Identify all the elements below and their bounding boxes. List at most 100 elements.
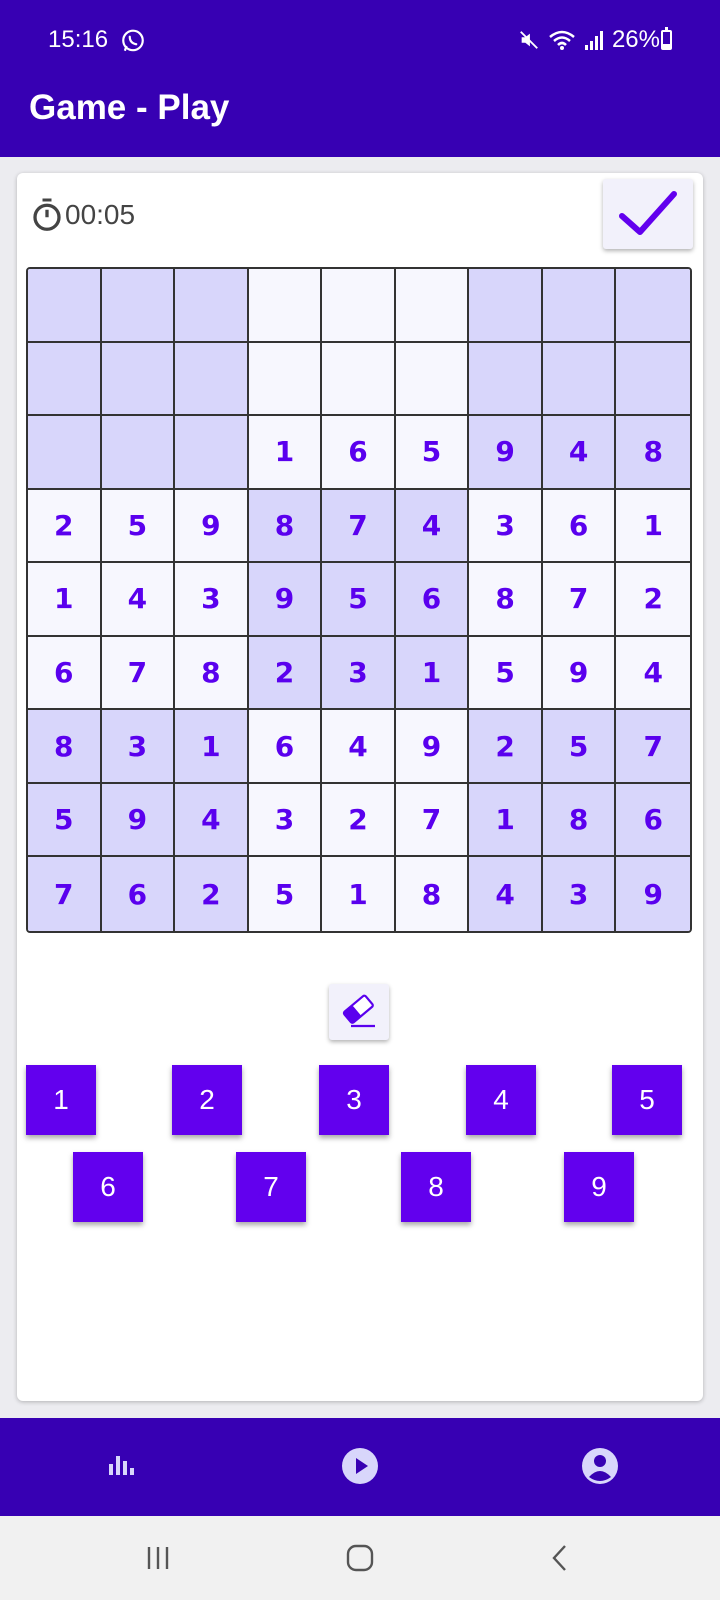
sudoku-cell[interactable]: 5 bbox=[101, 489, 176, 564]
sudoku-cell[interactable]: 7 bbox=[28, 857, 102, 931]
sudoku-cell[interactable] bbox=[175, 269, 249, 343]
number-button-8[interactable]: 8 bbox=[401, 1152, 471, 1222]
sudoku-cell[interactable]: 6 bbox=[28, 636, 102, 711]
sudoku-cell[interactable]: 1 bbox=[395, 636, 470, 711]
sudoku-cell[interactable]: 4 bbox=[101, 563, 176, 637]
sudoku-cell[interactable]: 3 bbox=[101, 710, 176, 784]
sudoku-cell[interactable] bbox=[395, 342, 470, 417]
sudoku-cell[interactable]: 2 bbox=[616, 563, 690, 637]
sudoku-cell[interactable]: 4 bbox=[175, 783, 249, 858]
sudoku-cell[interactable]: 8 bbox=[175, 636, 249, 711]
sudoku-cell[interactable]: 2 bbox=[469, 710, 543, 784]
sudoku-cell[interactable]: 3 bbox=[175, 563, 249, 637]
sudoku-cell[interactable]: 9 bbox=[542, 636, 617, 711]
sudoku-cell[interactable]: 9 bbox=[469, 416, 543, 490]
sudoku-cell[interactable]: 8 bbox=[248, 489, 323, 564]
sudoku-cell[interactable] bbox=[469, 269, 543, 343]
number-button-3[interactable]: 3 bbox=[319, 1065, 389, 1135]
sudoku-cell[interactable]: 6 bbox=[101, 857, 176, 931]
number-button-6[interactable]: 6 bbox=[73, 1152, 143, 1222]
sudoku-cell[interactable]: 2 bbox=[322, 783, 396, 858]
sudoku-cell[interactable] bbox=[616, 269, 690, 343]
sudoku-cell[interactable]: 3 bbox=[469, 489, 543, 564]
sudoku-cell[interactable] bbox=[248, 342, 323, 417]
sudoku-cell[interactable] bbox=[28, 416, 102, 490]
sudoku-cell[interactable]: 4 bbox=[469, 857, 543, 931]
sudoku-cell[interactable] bbox=[322, 269, 396, 343]
sudoku-cell[interactable]: 9 bbox=[175, 489, 249, 564]
sudoku-cell[interactable]: 6 bbox=[542, 489, 617, 564]
submit-button[interactable] bbox=[603, 179, 693, 249]
sudoku-cell[interactable]: 1 bbox=[616, 489, 690, 564]
sudoku-cell[interactable] bbox=[248, 269, 323, 343]
stats-icon bbox=[109, 1456, 134, 1475]
sudoku-cell[interactable]: 6 bbox=[616, 783, 690, 858]
sudoku-cell[interactable] bbox=[322, 342, 396, 417]
sudoku-cell[interactable]: 4 bbox=[322, 710, 396, 784]
home-button[interactable] bbox=[340, 1538, 380, 1578]
recents-button[interactable] bbox=[138, 1538, 178, 1578]
sudoku-cell[interactable] bbox=[175, 416, 249, 490]
sudoku-cell[interactable]: 2 bbox=[248, 636, 323, 711]
sudoku-cell[interactable]: 7 bbox=[616, 710, 690, 784]
sudoku-cell[interactable]: 7 bbox=[322, 489, 396, 564]
sudoku-cell[interactable] bbox=[616, 342, 690, 417]
sudoku-cell[interactable] bbox=[469, 342, 543, 417]
sudoku-cell[interactable]: 7 bbox=[101, 636, 176, 711]
sudoku-cell[interactable]: 8 bbox=[395, 857, 470, 931]
back-button[interactable] bbox=[541, 1538, 581, 1578]
sudoku-cell[interactable]: 5 bbox=[248, 857, 323, 931]
sudoku-cell[interactable] bbox=[28, 342, 102, 417]
number-button-1[interactable]: 1 bbox=[26, 1065, 96, 1135]
sudoku-cell[interactable] bbox=[175, 342, 249, 417]
number-button-7[interactable]: 7 bbox=[236, 1152, 306, 1222]
sudoku-cell[interactable]: 6 bbox=[248, 710, 323, 784]
sudoku-cell[interactable] bbox=[101, 342, 176, 417]
sudoku-cell[interactable]: 6 bbox=[395, 563, 470, 637]
nav-item-play[interactable] bbox=[336, 1442, 384, 1490]
number-button-4[interactable]: 4 bbox=[466, 1065, 536, 1135]
sudoku-cell[interactable]: 3 bbox=[542, 857, 617, 931]
sudoku-cell[interactable]: 2 bbox=[175, 857, 249, 931]
sudoku-cell[interactable]: 3 bbox=[322, 636, 396, 711]
number-button-9[interactable]: 9 bbox=[564, 1152, 634, 1222]
sudoku-cell[interactable]: 1 bbox=[469, 783, 543, 858]
sudoku-cell[interactable] bbox=[101, 269, 176, 343]
sudoku-cell[interactable]: 7 bbox=[542, 563, 617, 637]
sudoku-cell[interactable]: 2 bbox=[28, 489, 102, 564]
sudoku-cell[interactable] bbox=[28, 269, 102, 343]
sudoku-cell[interactable]: 1 bbox=[322, 857, 396, 931]
sudoku-cell[interactable]: 9 bbox=[248, 563, 323, 637]
sudoku-cell[interactable]: 8 bbox=[28, 710, 102, 784]
sudoku-cell[interactable]: 1 bbox=[28, 563, 102, 637]
nav-item-stats[interactable] bbox=[96, 1442, 144, 1490]
sudoku-cell[interactable] bbox=[395, 269, 470, 343]
nav-item-account[interactable] bbox=[576, 1442, 624, 1490]
sudoku-cell[interactable]: 5 bbox=[542, 710, 617, 784]
sudoku-cell[interactable] bbox=[542, 269, 617, 343]
sudoku-cell[interactable]: 4 bbox=[395, 489, 470, 564]
sudoku-cell[interactable]: 9 bbox=[395, 710, 470, 784]
recents-icon bbox=[147, 1547, 169, 1569]
sudoku-cell[interactable]: 5 bbox=[469, 636, 543, 711]
sudoku-cell[interactable]: 1 bbox=[248, 416, 323, 490]
sudoku-cell[interactable] bbox=[101, 416, 176, 490]
sudoku-cell[interactable]: 8 bbox=[542, 783, 617, 858]
sudoku-cell[interactable] bbox=[542, 342, 617, 417]
sudoku-cell[interactable]: 6 bbox=[322, 416, 396, 490]
sudoku-cell[interactable]: 5 bbox=[322, 563, 396, 637]
sudoku-cell[interactable]: 9 bbox=[101, 783, 176, 858]
sudoku-cell[interactable]: 5 bbox=[28, 783, 102, 858]
sudoku-cell[interactable]: 5 bbox=[395, 416, 470, 490]
sudoku-cell[interactable]: 4 bbox=[542, 416, 617, 490]
erase-button[interactable] bbox=[329, 984, 389, 1040]
sudoku-cell[interactable]: 8 bbox=[616, 416, 690, 490]
sudoku-cell[interactable]: 8 bbox=[469, 563, 543, 637]
number-button-2[interactable]: 2 bbox=[172, 1065, 242, 1135]
sudoku-cell[interactable]: 4 bbox=[616, 636, 690, 711]
sudoku-cell[interactable]: 3 bbox=[248, 783, 323, 858]
sudoku-cell[interactable]: 9 bbox=[616, 857, 690, 931]
sudoku-cell[interactable]: 7 bbox=[395, 783, 470, 858]
number-button-5[interactable]: 5 bbox=[612, 1065, 682, 1135]
sudoku-cell[interactable]: 1 bbox=[175, 710, 249, 784]
